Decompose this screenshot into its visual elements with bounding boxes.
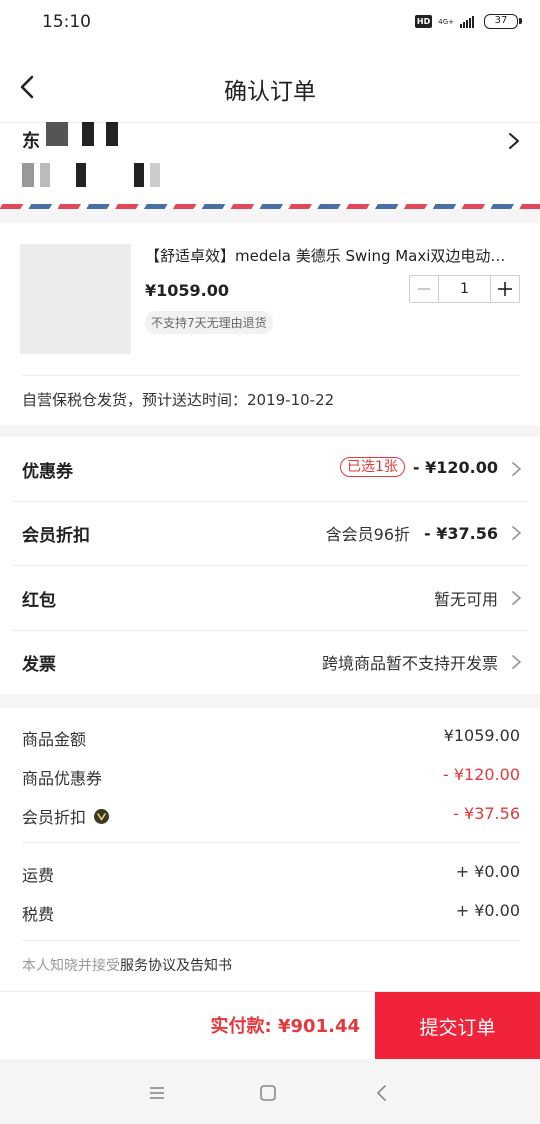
status-time: 15:10 [42,12,91,32]
agreement-prefix: 本人知晓并接受 [22,958,120,974]
invoice-row[interactable]: 发票 跨境商品暂不支持开发票 [0,630,540,694]
redacted-block [150,163,160,187]
redacted-block [76,163,86,187]
red-packet-value: 暂无可用 [433,590,498,609]
summary-label: 税费 [22,905,55,924]
product-title[interactable]: 【舒适卓效】medela 美德乐 Swing Maxi双边电动吸奶器 [145,245,520,266]
divider [22,940,520,941]
address-name-line: 东 [22,122,118,153]
summary-row-shipping: 运费 + ¥0.00 [0,858,540,888]
chevron-right-icon [509,133,519,149]
agreement-link[interactable]: 服务协议及告知书 [120,958,232,974]
redacted-block [82,122,94,146]
page-title: 确认订单 [224,79,316,105]
battery-icon: 37 [484,14,522,29]
network-label: 4G+ [438,17,454,26]
quantity-value[interactable]: 1 [438,276,491,302]
status-indicators: HD 4G+ 37 [414,14,522,29]
redacted-block [40,163,50,187]
red-packet-row[interactable]: 红包 暂无可用 [0,566,540,630]
invoice-value: 跨境商品暂不支持开发票 [321,654,498,673]
option-label: 发票 [22,655,56,675]
home-icon[interactable] [258,1083,278,1103]
summary-value: + ¥0.00 [455,901,520,920]
vip-icon [94,808,110,824]
submit-order-button[interactable]: 提交订单 [375,992,540,1060]
status-bar: 15:10 HD 4G+ 37 [0,0,540,48]
summary-value: - ¥120.00 [442,765,520,784]
airmail-border [0,204,540,209]
system-nav-bar [0,1059,540,1124]
quantity-stepper: 1 [409,275,520,303]
delivery-info: 自营保税仓发货，预计送达时间：2019-10-22 [22,391,335,409]
agreement-text: 本人知晓并接受服务协议及告知书 [22,955,232,975]
minus-icon [418,288,430,290]
member-discount-row[interactable]: 会员折扣 含会员96折 - ¥37.56 [0,501,540,565]
redacted-block [22,163,34,187]
decrease-button[interactable] [410,276,438,302]
coupon-selected-badge: 已选1张 [339,457,405,477]
summary-row-subtotal: 商品金额 ¥1059.00 [0,722,540,752]
member-discount-note: 含会员96折 [325,525,411,544]
divider [22,375,520,376]
summary-label: 商品优惠券 [22,769,103,788]
product-card: 【舒适卓效】medela 美德乐 Swing Maxi双边电动吸奶器 ¥1059… [0,223,540,425]
option-label: 优惠券 [22,462,73,482]
product-image[interactable] [20,244,131,354]
member-discount-amount: - ¥37.56 [424,523,498,543]
summary-row-member-discount: 会员折扣 - ¥37.56 [0,800,540,830]
chevron-right-icon [512,655,521,669]
option-label: 会员折扣 [22,526,90,546]
price-summary: 商品金额 ¥1059.00 商品优惠券 - ¥120.00 会员折扣 - ¥37… [0,708,540,991]
summary-value: ¥1059.00 [443,726,520,745]
summary-label: 会员折扣 [22,808,87,827]
chevron-right-icon [512,526,521,540]
option-value-group: 已选1张 - ¥120.00 [339,457,498,477]
address-partial-char: 东 [22,131,40,152]
summary-row-tax: 税费 + ¥0.00 [0,897,540,927]
back-icon[interactable] [372,1083,392,1103]
divider [22,842,520,843]
hd-icon: HD [414,15,433,28]
redacted-block [46,122,68,146]
nav-bar: 确认订单 [0,48,540,123]
coupon-amount: - ¥120.00 [412,457,498,477]
option-value-group: 含会员96折 - ¥37.56 [326,521,498,545]
summary-label: 商品金额 [22,730,87,749]
address-detail-line [22,163,160,187]
summary-value: - ¥37.56 [453,804,520,823]
summary-value: + ¥0.00 [455,862,520,881]
summary-label: 运费 [22,866,55,885]
menu-icon[interactable] [147,1083,167,1103]
redacted-block [134,163,144,187]
option-value-group: 跨境商品暂不支持开发票 [322,650,498,674]
product-price: ¥1059.00 [145,281,230,300]
order-options: 优惠券 已选1张 - ¥120.00 会员折扣 含会员96折 - ¥37.56 … [0,437,540,694]
increase-button[interactable] [491,276,519,302]
signal-icon [460,15,474,28]
address-card[interactable]: 东 [0,122,540,207]
summary-label-group: 会员折扣 [22,804,110,828]
plus-icon [498,282,512,296]
return-policy-badge: 不支持7天无理由退货 [145,311,273,334]
chevron-right-icon [512,462,521,476]
summary-row-coupon: 商品优惠券 - ¥120.00 [0,761,540,791]
option-label: 红包 [22,591,56,611]
chevron-right-icon [512,591,521,605]
coupon-row[interactable]: 优惠券 已选1张 - ¥120.00 [0,437,540,501]
option-value-group: 暂无可用 [434,586,498,610]
total-payment: 实付款: ¥901.44 [210,1016,360,1037]
redacted-block [106,122,118,146]
checkout-bar: 实付款: ¥901.44 提交订单 [0,991,540,1060]
